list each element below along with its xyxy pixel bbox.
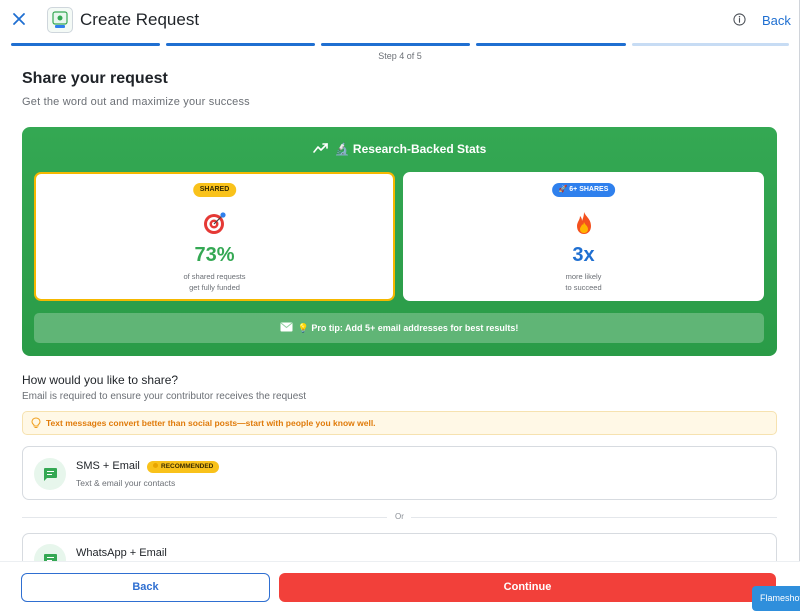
sms-hint-text: Text messages convert better than social… (46, 418, 376, 428)
research-stats-card: 🔬 Research-Backed Stats SHARED 73% of sh… (22, 127, 777, 356)
stat-value-shared: 73% (194, 244, 235, 266)
sms-option-subtitle: Text & email your contacts (76, 478, 176, 488)
progress-segment-3 (321, 43, 470, 46)
stat-card-shared: SHARED 73% of shared requests get fully … (34, 172, 395, 301)
fire-icon (576, 212, 591, 234)
page-header-title: Create Request (80, 10, 200, 29)
flameshot-tab[interactable]: Flameshot (752, 586, 800, 611)
progress-segment-1 (11, 43, 160, 46)
trend-icon (312, 143, 328, 153)
six-shares-badge: 🚀 6+ SHARES (551, 183, 616, 197)
sms-option-icon-wrap (34, 458, 66, 490)
stat-card-six-shares: 🚀 6+ SHARES 3x more likely to succeed (403, 172, 764, 301)
stat-desc-shared: of shared requests get fully funded (36, 271, 393, 293)
stats-title-label: 🔬 Research-Backed Stats (334, 142, 487, 156)
footer: Back Continue Flameshot (0, 561, 800, 614)
info-icon[interactable] (733, 13, 746, 26)
pro-tip-banner: 💡 Pro tip: Add 5+ email addresses for be… (34, 313, 764, 343)
mail-icon (280, 322, 293, 332)
sms-option-title: SMS + Email (76, 460, 140, 472)
shared-badge: SHARED (192, 183, 237, 197)
back-button[interactable]: Back (21, 573, 270, 602)
target-icon (203, 212, 226, 234)
or-divider-label: Or (395, 512, 404, 521)
share-section-subtitle: Email is required to ensure your contrib… (22, 391, 307, 402)
step-indicator: Step 4 of 5 (378, 51, 422, 61)
page-title: Share your request (22, 70, 168, 87)
stat-desc-six-shares-line2: to succeed (565, 283, 602, 292)
badge-dot-icon (153, 463, 158, 468)
whatsapp-option-title: WhatsApp + Email (76, 547, 167, 559)
app: Create Request Back Step 4 of 5 Share yo… (0, 0, 800, 614)
app-logo-icon (52, 11, 68, 28)
recommended-badge-text: RECOMMENDED (161, 463, 214, 470)
share-section-title: How would you like to share? (22, 373, 179, 387)
message-icon (44, 468, 57, 481)
lightbulb-icon (31, 417, 41, 428)
header: Create Request Back (0, 0, 800, 40)
progress-segment-5 (632, 43, 789, 46)
stat-desc-six-shares: more likely to succeed (405, 271, 762, 293)
page-subtitle: Get the word out and maximize your succe… (22, 96, 250, 108)
sms-hint-banner: Text messages convert better than social… (22, 411, 777, 435)
recommended-badge: RECOMMENDED (147, 461, 220, 473)
pro-tip-text: 💡 Pro tip: Add 5+ email addresses for be… (297, 323, 519, 333)
close-icon[interactable] (9, 9, 29, 29)
app-logo (47, 7, 73, 33)
progress-segment-4 (476, 43, 626, 46)
or-divider: Or (22, 511, 777, 523)
progress-segment-2 (166, 43, 315, 46)
share-option-sms-email[interactable]: SMS + Email RECOMMENDED Text & email you… (22, 446, 777, 500)
stats-title: 🔬 Research-Backed Stats (22, 142, 777, 156)
stat-desc-shared-line1: of shared requests (183, 272, 246, 281)
stat-desc-six-shares-line1: more likely (565, 272, 602, 281)
stat-desc-shared-line2: get fully funded (189, 283, 240, 292)
header-back-link[interactable]: Back (762, 13, 791, 28)
stat-value-six-shares: 3x (572, 244, 595, 266)
continue-button[interactable]: Continue (279, 573, 776, 602)
